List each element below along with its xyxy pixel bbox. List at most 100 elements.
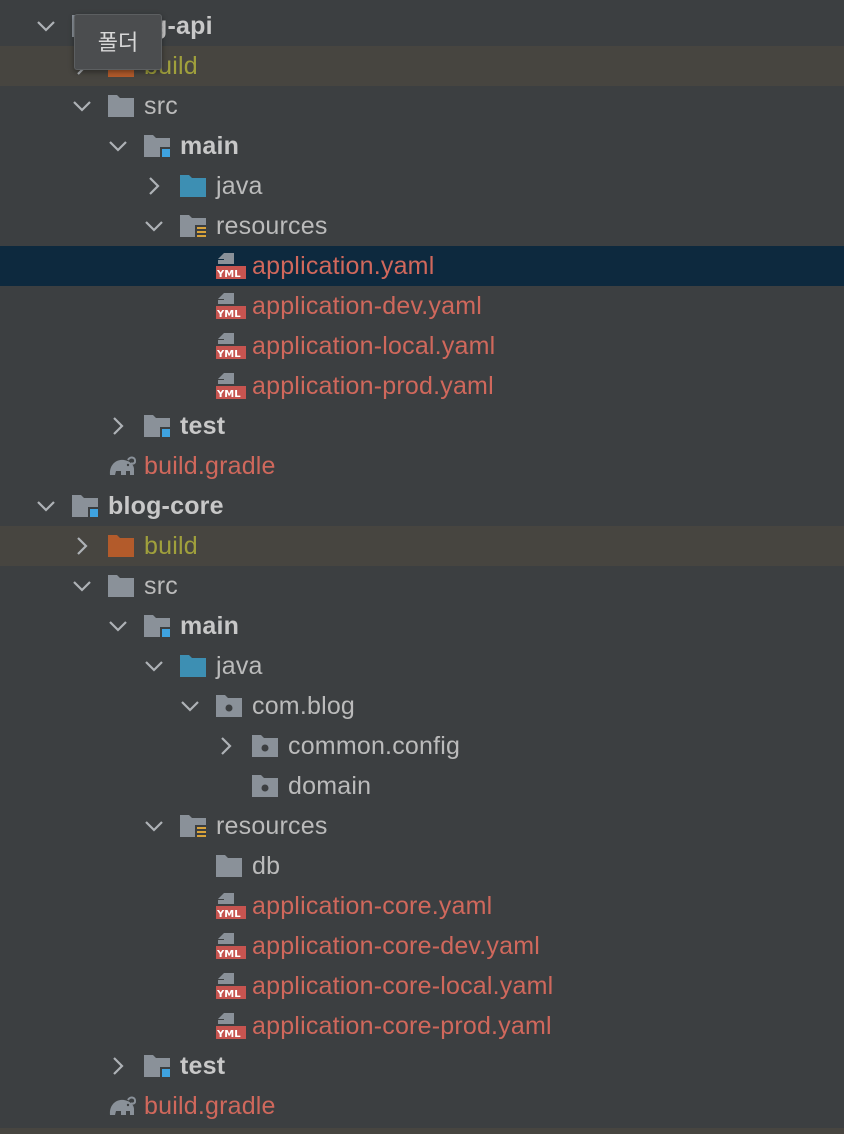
tree-row-java[interactable]: java [0,166,844,206]
tree-row-main[interactable]: main [0,606,844,646]
tree-row-resources[interactable]: resources [0,806,844,846]
src-label: src [144,572,178,600]
yaml-file-icon: YML [214,971,246,1001]
chevron-down-icon[interactable] [176,692,204,720]
yaml-file-icon: YML [214,331,246,361]
project-tree: g-api build src main java resources YML … [0,6,844,1126]
package-icon [250,771,280,801]
package-icon [214,691,244,721]
tree-row-src[interactable]: src [0,86,844,126]
chevron-right-icon[interactable] [104,412,132,440]
tree-row-gradle[interactable]: build.gradle [0,446,844,486]
db-label: db [252,852,281,880]
yaml-file-icon: YML [214,371,246,401]
chevron-down-icon[interactable] [104,612,132,640]
tree-row-resources[interactable]: resources [0,206,844,246]
folder-tooltip: 폴더 [74,14,162,70]
resources-folder-icon [178,211,208,241]
yaml-file-label: application-local.yaml [252,332,496,360]
gradle-label: build.gradle [144,452,276,480]
tree-row-gradle[interactable]: build.gradle [0,1086,844,1126]
java-label: java [216,172,263,200]
build-folder-label: build [144,532,198,560]
source-folder-icon [178,651,208,681]
chevron-right-icon[interactable] [140,172,168,200]
module-folder-icon [142,131,172,161]
yaml-file-icon: YML [214,891,246,921]
chevron-right-icon[interactable] [68,532,96,560]
tree-row-yaml-file[interactable]: YML application-prod.yaml [0,366,844,406]
chevron-down-icon[interactable] [140,812,168,840]
yaml-file-label: application-core-local.yaml [252,972,554,1000]
gradle-elephant-icon [106,451,137,481]
tree-row-yaml-file[interactable]: YML application-local.yaml [0,326,844,366]
resources-label: resources [216,812,328,840]
tree-row-test[interactable]: test [0,1046,844,1086]
chevron-down-icon[interactable] [32,12,60,40]
module-row-blog-core[interactable]: blog-core [0,486,844,526]
tree-row-build[interactable]: build [0,526,844,566]
test-label: test [180,412,226,440]
source-folder-icon [178,171,208,201]
tree-row-yaml-file[interactable]: YML application-core-prod.yaml [0,1006,844,1046]
chevron-down-icon[interactable] [140,212,168,240]
chevron-down-icon[interactable] [68,572,96,600]
tree-row-src[interactable]: src [0,566,844,606]
gradle-elephant-icon [106,1091,137,1121]
subpackage-label: domain [288,772,372,800]
folder-icon [106,91,136,121]
module-folder-icon [142,611,172,641]
package-icon [250,731,280,761]
svg-text:YML: YML [216,989,241,1000]
resources-folder-icon [178,811,208,841]
svg-text:YML: YML [216,309,241,320]
tree-row-main[interactable]: main [0,126,844,166]
yaml-file-icon: YML [214,931,246,961]
svg-text:YML: YML [216,909,241,920]
package-label: com.blog [252,692,356,720]
tree-row-subpackage[interactable]: domain [0,766,844,806]
excluded-row-edge [0,1128,844,1134]
chevron-right-icon[interactable] [104,1052,132,1080]
chevron-right-icon[interactable] [212,732,240,760]
tree-row-java[interactable]: java [0,646,844,686]
tree-row-subpackage[interactable]: common.config [0,726,844,766]
yaml-file-label: application-core.yaml [252,892,493,920]
chevron-down-icon[interactable] [68,92,96,120]
yaml-file-label: application-core-dev.yaml [252,932,540,960]
module-folder-icon [142,1051,172,1081]
module-folder-icon [142,411,172,441]
yaml-file-icon: YML [214,1011,246,1041]
svg-text:YML: YML [216,349,241,360]
yaml-file-label: application-core-prod.yaml [252,1012,552,1040]
chevron-down-icon[interactable] [104,132,132,160]
main-label: main [180,612,240,640]
yaml-file-icon: YML [214,251,246,281]
java-label: java [216,652,263,680]
module-folder-icon [70,491,100,521]
main-label: main [180,132,240,160]
yaml-file-icon: YML [214,291,246,321]
tree-row-test[interactable]: test [0,406,844,446]
tree-row-yaml-file[interactable]: YML application-core.yaml [0,886,844,926]
src-label: src [144,92,178,120]
build-folder-icon [106,531,136,561]
chevron-down-icon[interactable] [32,492,60,520]
module-label: blog-core [108,492,224,520]
svg-text:YML: YML [216,269,241,280]
tree-row-yaml-file[interactable]: YML application-core-local.yaml [0,966,844,1006]
tree-row-yaml-file[interactable]: YML application.yaml [0,246,844,286]
yaml-file-label: application-dev.yaml [252,292,483,320]
tree-row-db[interactable]: db [0,846,844,886]
svg-text:YML: YML [216,1029,241,1040]
tree-row-yaml-file[interactable]: YML application-dev.yaml [0,286,844,326]
tree-row-yaml-file[interactable]: YML application-core-dev.yaml [0,926,844,966]
subpackage-label: common.config [288,732,461,760]
tree-row-package[interactable]: com.blog [0,686,844,726]
test-label: test [180,1052,226,1080]
svg-text:YML: YML [216,949,241,960]
chevron-down-icon[interactable] [140,652,168,680]
yaml-file-label: application.yaml [252,252,435,280]
folder-icon [106,571,136,601]
svg-text:YML: YML [216,389,241,400]
